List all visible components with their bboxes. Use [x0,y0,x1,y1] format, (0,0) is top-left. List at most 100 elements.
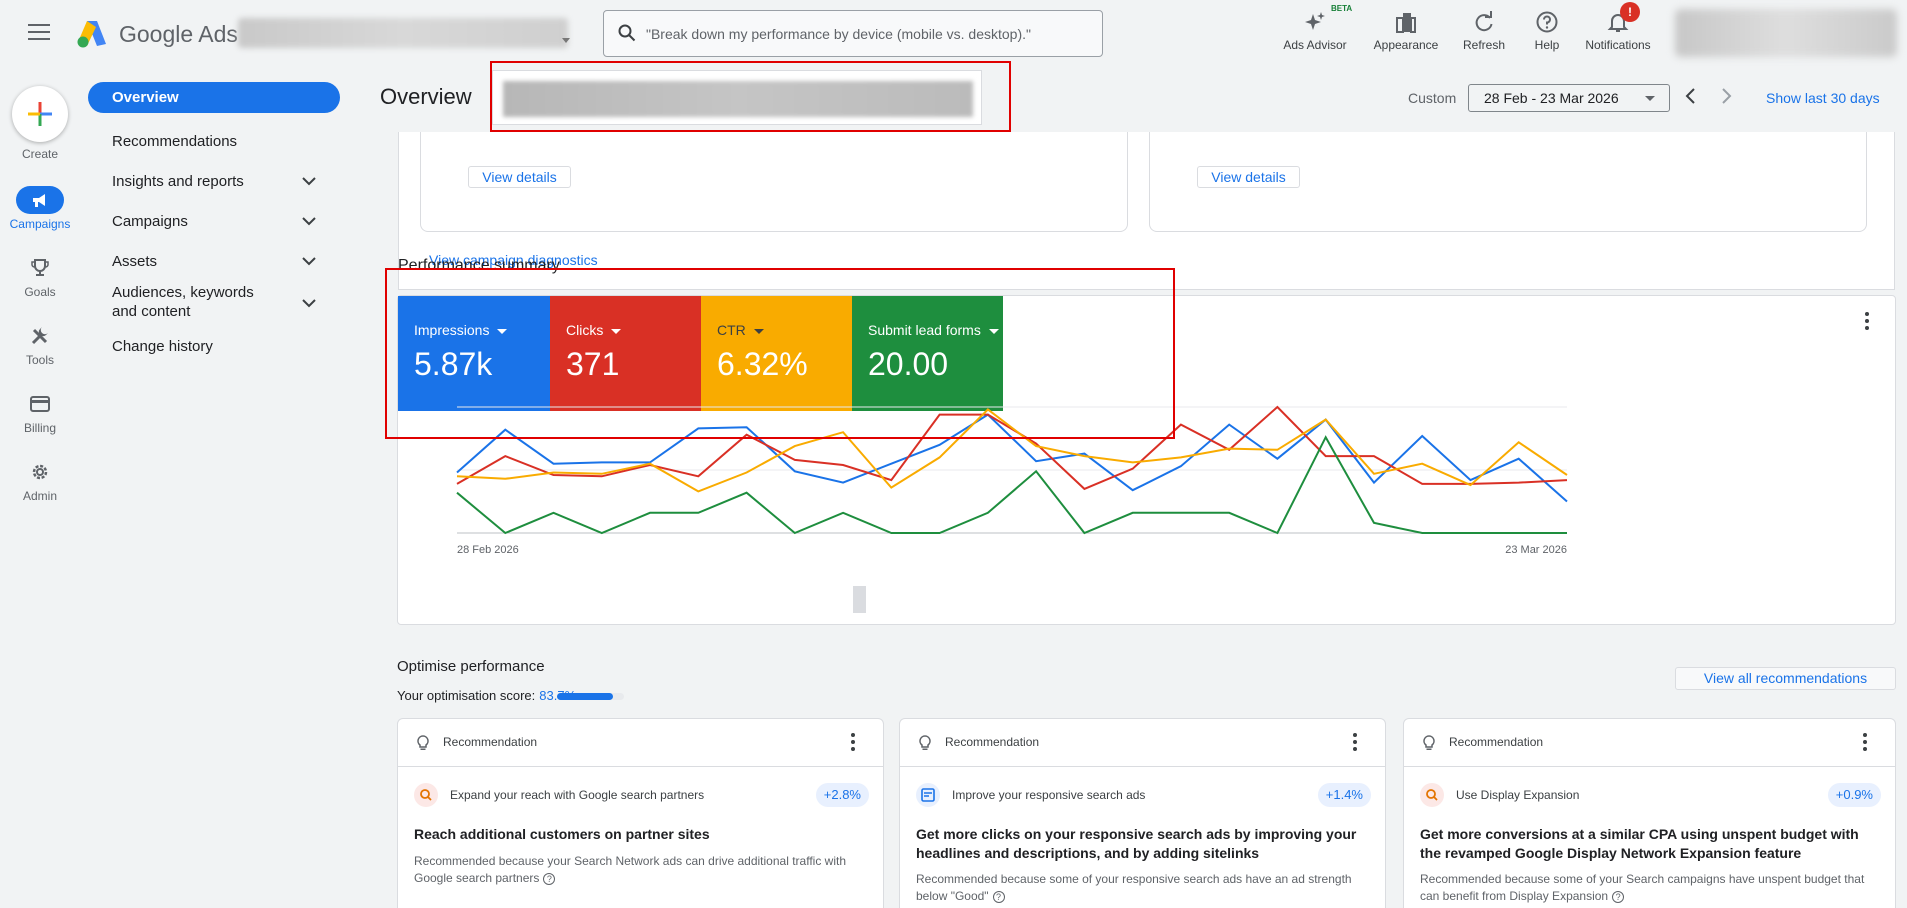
search-icon [618,24,636,42]
series-line-submit-lead-forms [456,435,1567,535]
optimise-performance-title: Optimise performance [397,658,545,675]
campaign-card: View details [1149,132,1867,232]
recommendation-card[interactable]: Recommendation Use Display Expansion +0.… [1403,718,1896,908]
help-icon[interactable]: ? [1612,891,1625,903]
chart-scrollbar-handle[interactable] [853,586,866,613]
tools-icon [31,327,48,345]
rail-item-tools[interactable]: Tools [0,322,80,378]
rail-item-billing[interactable]: Billing [0,390,80,446]
chevron-down-icon [302,257,316,266]
recommendation-title: Get more clicks on your responsive searc… [916,826,1357,861]
recommendation-reason: Recommended because some of your Search … [1420,871,1880,905]
refresh-label: Refresh [1462,38,1506,52]
rail-label-tools: Tools [25,353,54,367]
brand-name: Google Ads [119,21,238,47]
trophy-icon [31,259,49,276]
campaign-cards-area: View details View details View campaign … [398,132,1895,290]
recommendation-card[interactable]: Recommendation Expand your reach with Go… [397,718,884,908]
recommendation-subtitle: Expand your reach with Google search par… [450,788,705,802]
nav-item-assets[interactable]: Assets [88,247,340,277]
nav-label: Overview [112,89,179,106]
caret-down-icon [1645,96,1655,101]
recommendation-reason: Recommended because some of your respons… [916,871,1371,905]
more-options-icon[interactable] [851,733,855,754]
recommendation-card[interactable]: Recommendation Improve your responsive s… [899,718,1386,908]
x-axis-end-label: 23 Mar 2026 [1505,544,1567,556]
previous-period-icon[interactable] [1683,86,1699,106]
search-box[interactable] [603,10,1103,57]
uplift-badge: +1.4% [1317,783,1371,807]
gear-icon [32,464,48,480]
more-options-icon[interactable] [1353,733,1357,754]
chevron-down-icon [302,217,316,226]
nav-label: Audiences, keywords and content [112,284,254,320]
highlight-box [385,268,1175,439]
recommendation-reason-text: Recommended because some of your respons… [916,872,1352,903]
account-profile[interactable] [1675,9,1897,57]
recommendation-header-label: Recommendation [945,735,1040,749]
search-input[interactable] [646,23,1086,45]
rail-label-admin: Admin [22,489,57,503]
rail-label-goals: Goals [24,285,56,299]
recommendation-header: Recommendation [398,719,883,767]
optimisation-score-label: Your optimisation score: [397,688,536,703]
nav-label: Change history [112,338,213,355]
help-icon[interactable]: ? [543,873,556,885]
help-icon[interactable]: ? [992,891,1005,903]
view-details-button[interactable]: View details [1197,166,1300,188]
recommendation-title: Reach additional customers on partner si… [414,826,710,842]
ads-advisor-button[interactable]: BETA Ads Advisor [1279,4,1352,58]
nav-item-overview[interactable]: Overview [88,82,340,113]
search-icon [414,783,438,807]
page-title: Overview [380,84,472,109]
next-period-icon[interactable] [1718,86,1734,106]
help-label: Help [1534,38,1560,52]
lightbulb-icon [1423,735,1435,750]
uplift-badge: +0.9% [1827,783,1881,807]
sparkle-icon [1305,12,1325,30]
refresh-button[interactable]: Refresh [1454,8,1514,58]
recommendation-title: Get more conversions at a similar CPA us… [1420,826,1859,861]
appearance-button[interactable]: Appearance [1370,8,1442,58]
more-options-icon[interactable] [1863,733,1867,754]
nav-item-recommendations[interactable]: Recommendations [88,127,340,157]
help-icon [1536,11,1558,33]
view-all-recommendations-button[interactable]: View all recommendations [1675,667,1896,690]
notifications-button[interactable]: ! Notifications [1580,2,1656,58]
side-nav: Overview Recommendations Insights and re… [88,82,340,355]
chevron-down-icon [302,177,316,186]
main-content: Overview Custom 28 Feb - 23 Mar 2026 Sho… [340,61,1907,908]
create-label: Create [21,147,59,161]
appearance-label: Appearance [1373,38,1439,52]
optimisation-score-fill [557,693,614,700]
rail-item-campaigns[interactable]: Campaigns [0,186,80,242]
rail-item-admin[interactable]: Admin [0,458,80,514]
recommendation-header: Recommendation [1404,719,1895,767]
top-bar: Google Ads BETA Ads Advisor Appearance [0,0,1907,66]
plus-icon [28,102,52,126]
nav-item-change-history[interactable]: Change history [88,332,340,362]
create-button[interactable] [12,86,68,142]
recommendation-header: Recommendation [900,719,1385,767]
help-button[interactable]: Help [1522,8,1572,58]
search-icon [1420,783,1444,807]
date-range-value: 28 Feb - 23 Mar 2026 [1484,90,1619,106]
google-ads-logo [77,21,106,48]
account-selector[interactable] [238,18,568,48]
view-details-button[interactable]: View details [468,166,571,188]
nav-label: Assets [112,253,158,270]
menu-icon[interactable] [28,24,50,42]
nav-item-campaigns[interactable]: Campaigns [88,207,340,237]
refresh-icon [1475,11,1493,32]
rail-label-campaigns: Campaigns [9,217,71,231]
date-range-selector[interactable]: 28 Feb - 23 Mar 2026 [1468,84,1670,112]
nav-item-insights[interactable]: Insights and reports [88,167,340,197]
show-last-30-days-link[interactable]: Show last 30 days [1766,90,1880,106]
nav-item-audiences[interactable]: Audiences, keywords and content [88,283,340,325]
recommendation-subtitle: Improve your responsive search ads [952,788,1146,802]
account-caret-icon[interactable] [562,38,570,43]
rail-item-goals[interactable]: Goals [0,254,80,310]
lightbulb-icon [417,735,429,750]
recommendation-reason: Recommended because your Search Network … [414,853,869,887]
ad-icon [916,783,940,807]
